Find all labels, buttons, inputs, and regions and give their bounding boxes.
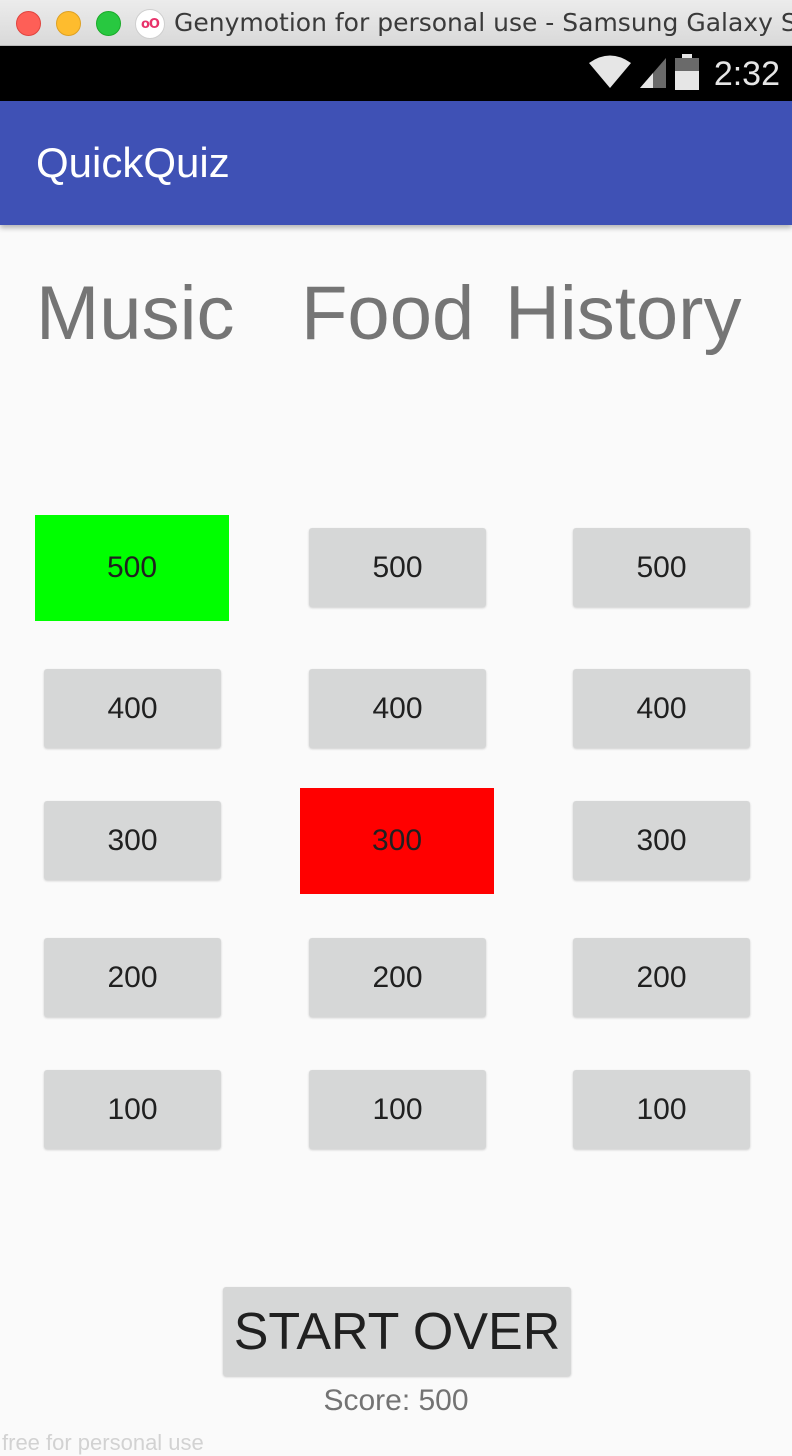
- history-100-button[interactable]: 100: [573, 1070, 750, 1149]
- history-500-button[interactable]: 500: [573, 528, 750, 607]
- food-500-button[interactable]: 500: [309, 528, 486, 607]
- minimize-window-button[interactable]: [56, 11, 81, 36]
- history-400-button[interactable]: 400: [573, 669, 750, 748]
- app-bar: QuickQuiz: [0, 101, 792, 225]
- music-300-button[interactable]: 300: [44, 801, 221, 880]
- music-100-button[interactable]: 100: [44, 1070, 221, 1149]
- watermark: free for personal use: [2, 1430, 204, 1455]
- category-history: History: [505, 271, 742, 356]
- app-title: QuickQuiz: [36, 139, 230, 186]
- wifi-icon: [588, 54, 632, 94]
- maximize-window-button[interactable]: [96, 11, 121, 36]
- food-400-button[interactable]: 400: [309, 669, 486, 748]
- signal-icon: [638, 54, 668, 94]
- category-music: Music: [36, 271, 235, 356]
- music-400-button[interactable]: 400: [44, 669, 221, 748]
- status-bar: 2:32: [0, 46, 792, 101]
- food-300-button[interactable]: 300: [300, 788, 494, 894]
- history-300-button[interactable]: 300: [573, 801, 750, 880]
- start-over-button[interactable]: START OVER: [223, 1287, 571, 1376]
- window-title: Genymotion for personal use - Samsung Ga…: [174, 8, 792, 37]
- status-clock: 2:32: [713, 54, 780, 93]
- genymotion-icon: oO: [135, 9, 165, 39]
- history-200-button[interactable]: 200: [573, 938, 750, 1017]
- battery-icon: [674, 53, 700, 95]
- window-titlebar: oO Genymotion for personal use - Samsung…: [0, 0, 792, 46]
- close-window-button[interactable]: [16, 11, 41, 36]
- food-100-button[interactable]: 100: [309, 1070, 486, 1149]
- food-200-button[interactable]: 200: [309, 938, 486, 1017]
- category-food: Food: [301, 271, 475, 356]
- music-500-button[interactable]: 500: [35, 515, 229, 621]
- music-200-button[interactable]: 200: [44, 938, 221, 1017]
- score-label: Score: 500: [323, 1384, 469, 1417]
